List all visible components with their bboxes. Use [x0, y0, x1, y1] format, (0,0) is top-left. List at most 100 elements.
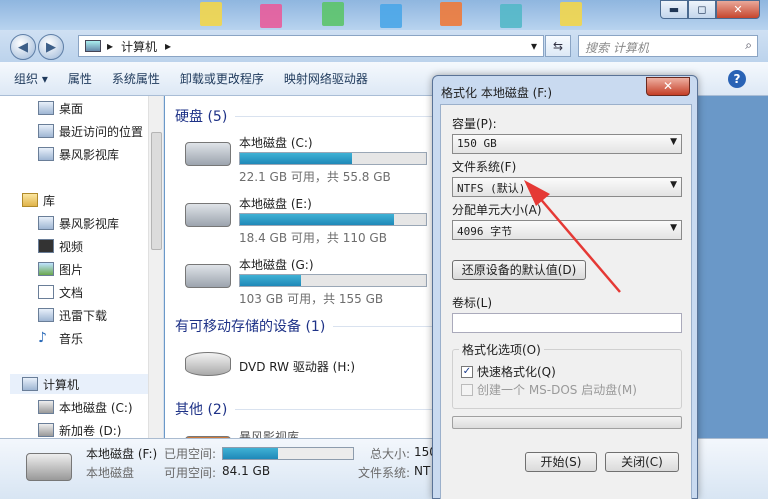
- sidebar-item-videos[interactable]: 视频: [38, 236, 83, 256]
- system-properties-button[interactable]: 系统属性: [112, 70, 160, 87]
- background-decoration: [322, 2, 344, 26]
- computer-icon: [22, 377, 38, 391]
- sidebar-item-thunder-downloads[interactable]: 迅雷下载: [38, 305, 107, 325]
- properties-button[interactable]: 属性: [68, 70, 92, 87]
- details-used-label: 已用空间:: [164, 447, 217, 461]
- download-icon: [38, 308, 54, 322]
- address-dropdown-icon[interactable]: ▾: [531, 39, 537, 53]
- help-icon[interactable]: ?: [728, 70, 746, 88]
- details-drive-type: 本地磁盘: [86, 466, 135, 480]
- desktop-icon: [38, 101, 54, 115]
- details-fs-label: 文件系统:: [358, 466, 411, 480]
- sidebar-item-desktop[interactable]: 桌面: [38, 98, 83, 118]
- minimize-button[interactable]: ▬: [660, 0, 688, 19]
- organize-menu[interactable]: 组织 ▾: [14, 70, 48, 87]
- scrollbar-thumb[interactable]: [151, 132, 162, 250]
- details-free-value: 84.1 GB: [222, 464, 271, 478]
- maximize-button[interactable]: ◻: [688, 0, 716, 19]
- window-title-bar: ▬ ◻ ✕: [0, 0, 768, 30]
- computer-icon: [85, 40, 101, 52]
- back-button[interactable]: ◀: [10, 34, 36, 60]
- details-usage-bar: [222, 447, 354, 460]
- address-bar[interactable]: ▸ 计算机 ▸ ▾: [78, 35, 544, 57]
- background-decoration: [200, 2, 222, 26]
- content-pane: 硬盘 (5) 本地磁盘 (C:) 22.1 GB 可用，共 55.8 GB 本地…: [165, 96, 435, 438]
- drive-usage-fill: [240, 275, 302, 286]
- breadcrumb-arrow-icon[interactable]: ▸: [165, 39, 171, 53]
- group-heading-removable[interactable]: 有可移动存储的设备 (1): [175, 316, 435, 336]
- checkbox-icon: [461, 383, 473, 396]
- sidebar-item-label: 音乐: [59, 331, 84, 346]
- sidebar-item-label: 计算机: [43, 377, 80, 392]
- checkbox-icon: ✓: [461, 365, 473, 378]
- format-progress-bar: [452, 416, 682, 429]
- sidebar-item-computer[interactable]: 计算机: [10, 374, 150, 394]
- search-icon: ⌕: [745, 38, 752, 52]
- group-heading-hard-drives[interactable]: 硬盘 (5): [175, 106, 435, 126]
- volume-label-input[interactable]: [452, 313, 682, 333]
- quick-format-label: 快速格式化(Q): [477, 365, 556, 379]
- msdos-startup-checkbox[interactable]: 创建一个 MS-DOS 启动盘(M): [461, 381, 637, 398]
- dialog-body: 容量(P): 150 GB ▼ 文件系统(F) NTFS (默认) ▼ 分配单元大小…: [440, 104, 692, 499]
- sidebar-item-drive-c[interactable]: 本地磁盘 (C:): [38, 397, 133, 417]
- drive-name: 本地磁盘 (E:): [239, 197, 312, 211]
- details-free-label: 可用空间:: [164, 466, 217, 480]
- drive-space-info: 103 GB 可用，共 155 GB: [239, 292, 384, 306]
- refresh-button[interactable]: ⇆: [545, 35, 571, 57]
- other-item-name: 暴风影视库: [239, 430, 300, 438]
- sidebar-item-label: 暴风影视库: [59, 216, 120, 231]
- restore-defaults-button[interactable]: 还原设备的默认值(D): [452, 260, 586, 280]
- background-decoration: [260, 4, 282, 28]
- allocation-size-select[interactable]: 4096 字节 ▼: [452, 220, 682, 240]
- uninstall-program-button[interactable]: 卸载或更改程序: [180, 70, 264, 87]
- allocation-size-label: 分配单元大小(A): [452, 203, 542, 217]
- sidebar-item-recent[interactable]: 最近访问的位置: [38, 121, 143, 141]
- forward-button[interactable]: ▶: [38, 34, 64, 60]
- sidebar-item-label: 文档: [59, 285, 84, 300]
- background-decoration: [440, 2, 462, 26]
- sidebar-scrollbar[interactable]: [148, 96, 163, 438]
- drive-name: DVD RW 驱动器 (H:): [239, 360, 356, 374]
- drive-usage-bar: [239, 213, 427, 226]
- background-decoration: [560, 2, 582, 26]
- back-arrow-icon: ◀: [18, 39, 28, 55]
- dialog-close-button[interactable]: ✕: [646, 77, 690, 96]
- capacity-select[interactable]: 150 GB ▼: [452, 134, 682, 154]
- sidebar-item-music[interactable]: ♪ 音乐: [38, 328, 83, 348]
- sidebar-item-label: 本地磁盘 (C:): [59, 400, 133, 415]
- format-options-legend: 格式化选项(O): [459, 341, 544, 358]
- close-dialog-button[interactable]: 关闭(C): [605, 452, 679, 472]
- drive-icon: [26, 453, 72, 481]
- chevron-down-icon: ▼: [670, 223, 677, 233]
- group-heading-other[interactable]: 其他 (2): [175, 399, 435, 419]
- details-total-label: 总大小:: [370, 447, 411, 461]
- sidebar-item-documents[interactable]: 文档: [38, 282, 83, 302]
- dialog-title: 格式化 本地磁盘 (F:): [441, 86, 553, 100]
- quick-format-checkbox[interactable]: ✓ 快速格式化(Q): [461, 363, 556, 380]
- file-system-select[interactable]: NTFS (默认) ▼: [452, 177, 682, 197]
- breadcrumb-computer[interactable]: 计算机: [121, 38, 157, 55]
- drive-icon: [185, 264, 231, 288]
- start-button[interactable]: 开始(S): [525, 452, 597, 472]
- sidebar-item-baofeng[interactable]: 暴风影视库: [38, 144, 119, 164]
- format-dialog: 格式化 本地磁盘 (F:) ✕ 容量(P): 150 GB ▼ 文件系统(F) N…: [432, 75, 698, 499]
- map-network-drive-button[interactable]: 映射网络驱动器: [284, 70, 368, 87]
- drive-name: 本地磁盘 (C:): [239, 136, 313, 150]
- background-decoration: [380, 4, 402, 28]
- sidebar-item-baofeng-library[interactable]: 暴风影视库: [38, 213, 119, 233]
- sidebar-item-label: 库: [43, 193, 56, 208]
- search-placeholder: 搜索 计算机: [585, 41, 649, 55]
- sidebar-item-libraries[interactable]: 库: [22, 190, 55, 210]
- sidebar-item-pictures[interactable]: 图片: [38, 259, 83, 279]
- drive-icon: [38, 400, 54, 414]
- close-button[interactable]: ✕: [716, 0, 760, 19]
- drive-icon: [185, 203, 231, 227]
- capacity-value: 150 GB: [457, 137, 497, 150]
- capacity-label: 容量(P):: [452, 117, 497, 131]
- volume-label-label: 卷标(L): [452, 296, 493, 310]
- breadcrumb-arrow-icon[interactable]: ▸: [107, 39, 113, 53]
- navigation-pane: 桌面 最近访问的位置 暴风影视库 库 暴风影视库 视频 图片 文档 迅雷下载 ♪…: [0, 96, 164, 438]
- sidebar-item-drive-d[interactable]: 新加卷 (D:): [38, 420, 121, 438]
- search-input[interactable]: 搜索 计算机 ⌕: [578, 35, 758, 57]
- navigation-bar: ◀ ▶ ▸ 计算机 ▸ ▾ ⇆ 搜索 计算机 ⌕: [0, 30, 768, 62]
